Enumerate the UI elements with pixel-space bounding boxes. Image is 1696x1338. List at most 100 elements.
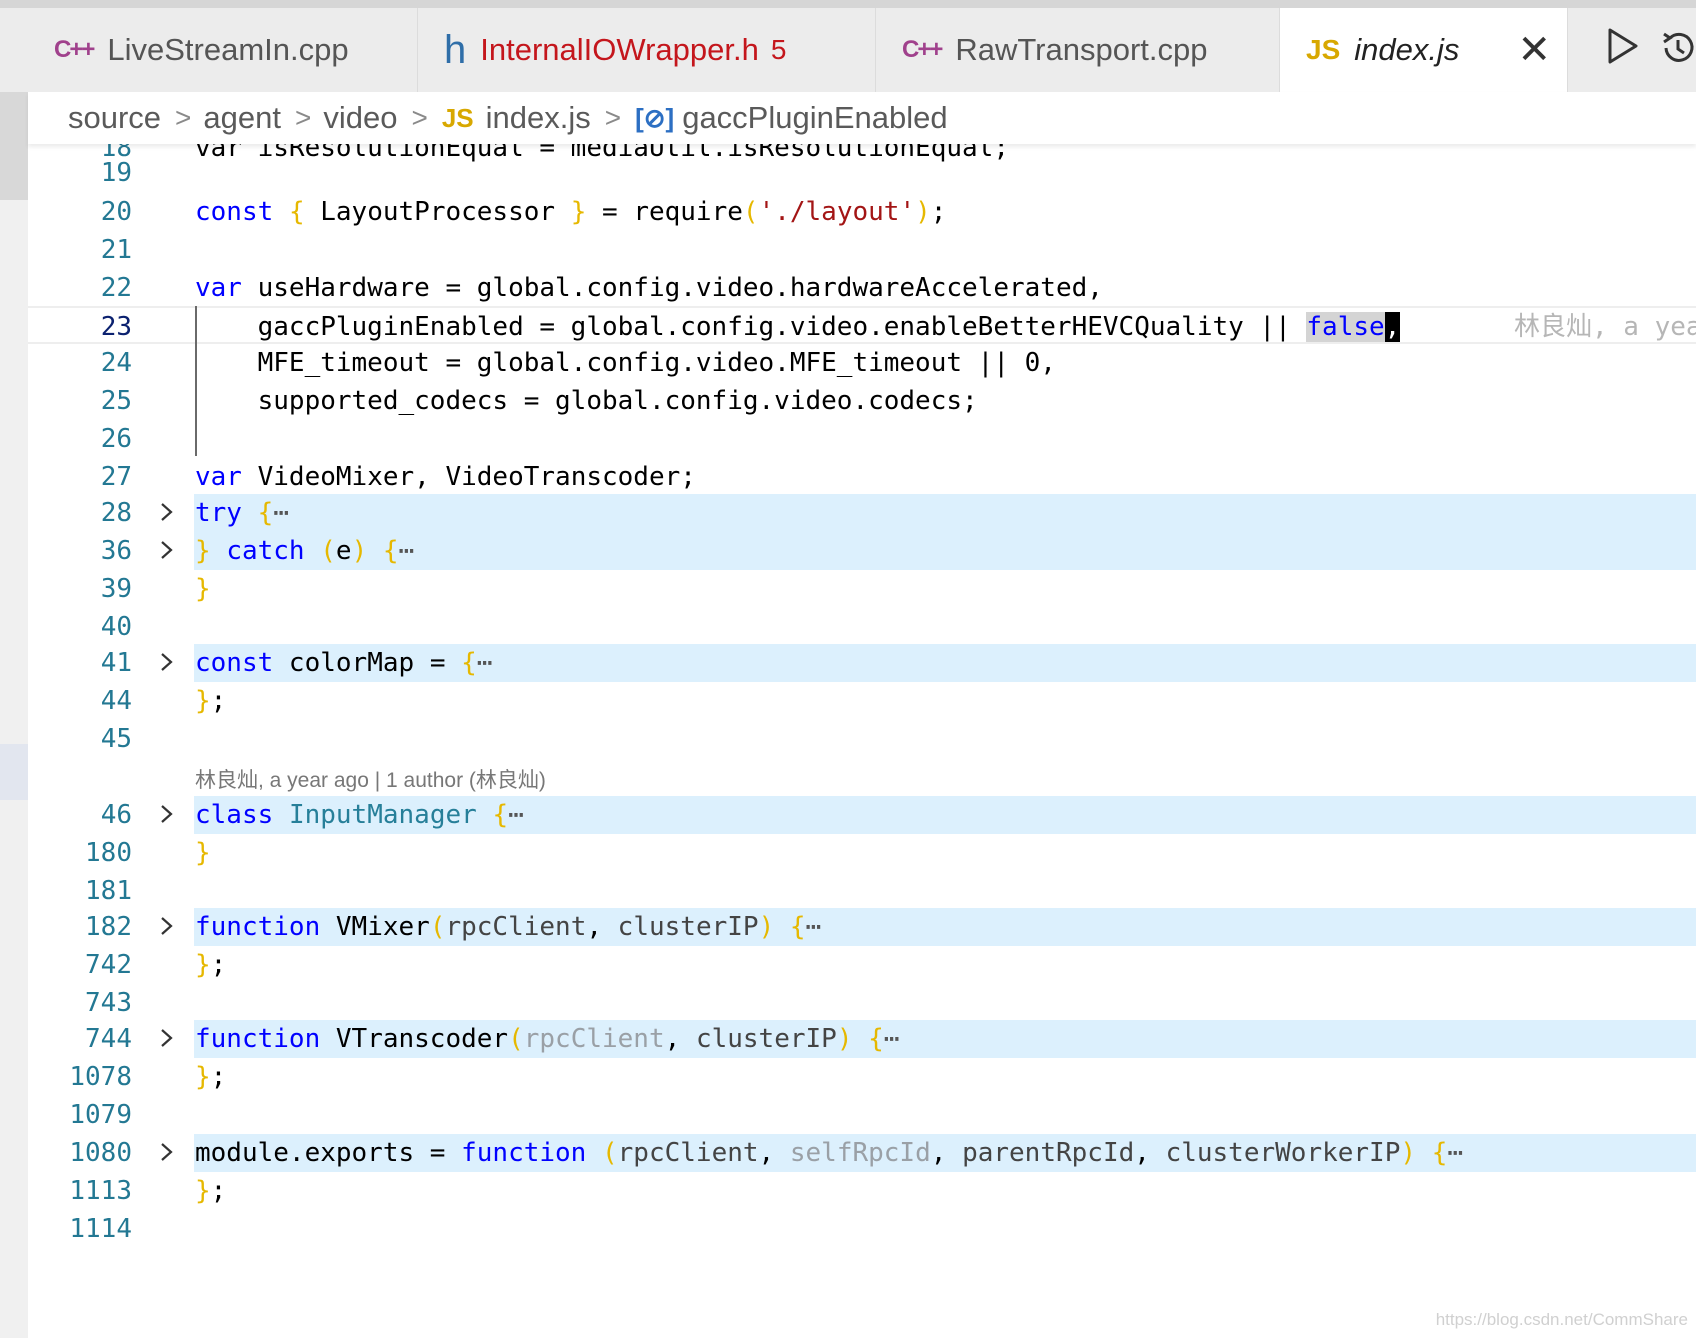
code-line: 1078 }; bbox=[28, 1058, 1696, 1096]
tab-livestreamin[interactable]: C++ LiveStreamIn.cpp bbox=[28, 8, 418, 92]
tab-label: InternalIOWrapper.h bbox=[480, 32, 759, 67]
tab-label: RawTransport.cpp bbox=[955, 32, 1208, 67]
code-line: 19 bbox=[28, 154, 1696, 192]
cpp-file-icon: C++ bbox=[54, 36, 95, 63]
left-panel-edge bbox=[0, 92, 28, 1338]
code-text: supported_codecs = global.config.video.c… bbox=[195, 386, 978, 416]
code-editor[interactable]: 18 var isResolutionEqual = mediaUtil.isR… bbox=[28, 144, 1696, 1338]
code-line: 743 bbox=[28, 984, 1696, 1022]
code-line: 22 var useHardware = global.config.video… bbox=[28, 269, 1696, 307]
code-line: 20 const { LayoutProcessor } = require('… bbox=[28, 193, 1696, 231]
chevron-right-icon: > bbox=[175, 102, 192, 133]
breadcrumb-item-agent[interactable]: agent bbox=[203, 100, 281, 136]
close-tab-icon[interactable]: ✕ bbox=[1517, 27, 1551, 73]
text-cursor: , bbox=[1384, 312, 1401, 342]
code-line: 25 supported_codecs = global.config.vide… bbox=[28, 382, 1696, 420]
line-number: 22 bbox=[100, 273, 132, 303]
chevron-right-icon[interactable] bbox=[156, 1142, 176, 1162]
code-text: function VTranscoder(rpcClient, clusterI… bbox=[195, 1024, 900, 1054]
tab-rawtransport[interactable]: C++ RawTransport.cpp bbox=[876, 8, 1280, 92]
chevron-right-icon[interactable] bbox=[156, 502, 176, 522]
code-line: 27 var VideoMixer, VideoTranscoder; bbox=[28, 458, 1696, 496]
folded-code-line: 28 try {⋯ bbox=[28, 494, 1696, 532]
line-number: 19 bbox=[100, 158, 132, 188]
folded-code-line: 744 function VTranscoder(rpcClient, clus… bbox=[28, 1020, 1696, 1058]
chevron-right-icon: > bbox=[604, 102, 622, 133]
line-number: 1080 bbox=[69, 1138, 132, 1168]
line-number: 743 bbox=[85, 988, 132, 1018]
code-text: function VMixer(rpcClient, clusterIP) {⋯ bbox=[195, 912, 822, 942]
code-line: 21 bbox=[28, 231, 1696, 269]
chevron-right-icon: > bbox=[294, 102, 312, 133]
line-number: 24 bbox=[100, 348, 132, 378]
code-text: }; bbox=[195, 1176, 227, 1206]
watermark: https://blog.csdn.net/CommShare bbox=[1435, 1310, 1688, 1329]
codelens-author[interactable]: 林良灿, a year ago | 1 author (林良灿) bbox=[195, 764, 546, 794]
fold-highlight bbox=[194, 532, 1696, 570]
line-number: 23 bbox=[100, 312, 132, 342]
code-line: 180 } bbox=[28, 834, 1696, 872]
line-number: 46 bbox=[100, 800, 132, 830]
breadcrumb-item-video[interactable]: video bbox=[323, 100, 397, 136]
line-number: 27 bbox=[100, 462, 132, 492]
js-file-icon: JS bbox=[1306, 34, 1341, 65]
line-number: 1079 bbox=[69, 1100, 132, 1130]
selected-text: false bbox=[1306, 312, 1385, 342]
scroll-indicator[interactable] bbox=[0, 92, 28, 200]
breadcrumb: source > agent > video > JS index.js > [… bbox=[28, 92, 1696, 144]
tab-label: LiveStreamIn.cpp bbox=[107, 32, 349, 67]
line-number: 45 bbox=[100, 724, 132, 754]
cpp-file-icon: C++ bbox=[902, 36, 943, 63]
code-text: } bbox=[195, 574, 211, 604]
code-line: 1113 }; bbox=[28, 1172, 1696, 1210]
fold-highlight bbox=[194, 494, 1696, 532]
line-number: 25 bbox=[100, 386, 132, 416]
line-number: 21 bbox=[100, 235, 132, 265]
chevron-right-icon[interactable] bbox=[156, 804, 176, 824]
run-icon[interactable] bbox=[1604, 26, 1640, 66]
line-number: 1114 bbox=[69, 1214, 132, 1244]
breadcrumb-item-symbol[interactable]: gaccPluginEnabled bbox=[682, 100, 947, 136]
problem-count-badge: 5 bbox=[770, 34, 787, 65]
line-number: 744 bbox=[85, 1024, 132, 1054]
code-line: 45 bbox=[28, 720, 1696, 758]
header-file-icon: h bbox=[444, 27, 467, 72]
code-line: 181 bbox=[28, 872, 1696, 910]
line-number: 20 bbox=[100, 197, 132, 227]
code-text: } catch (e) {⋯ bbox=[195, 536, 415, 566]
code-text: } bbox=[195, 838, 211, 868]
tab-label: index.js bbox=[1354, 32, 1460, 67]
code-text: const colorMap = {⋯ bbox=[195, 648, 493, 678]
code-text: }; bbox=[195, 1062, 227, 1092]
breadcrumb-item-file[interactable]: index.js bbox=[486, 100, 591, 136]
line-number: 182 bbox=[85, 912, 132, 942]
history-icon[interactable] bbox=[1660, 30, 1696, 66]
tab-index-js[interactable]: JS index.js ✕ bbox=[1280, 8, 1568, 92]
chevron-right-icon[interactable] bbox=[156, 916, 176, 936]
code-text: module.exports = function (rpcClient, se… bbox=[195, 1138, 1463, 1168]
line-number: 1113 bbox=[69, 1176, 132, 1206]
code-text: }; bbox=[195, 950, 227, 980]
code-text: var useHardware = global.config.video.ha… bbox=[195, 273, 1103, 303]
folded-code-line: 46 class InputManager {⋯ bbox=[28, 796, 1696, 834]
scroll-indicator bbox=[0, 744, 28, 800]
inline-blame: 林良灿, a yea bbox=[1514, 312, 1696, 342]
code-text: class InputManager {⋯ bbox=[195, 800, 524, 830]
chevron-right-icon: > bbox=[411, 102, 428, 133]
code-text: MFE_timeout = global.config.video.MFE_ti… bbox=[195, 348, 1056, 378]
chevron-right-icon[interactable] bbox=[156, 540, 176, 560]
code-line: 1079 bbox=[28, 1096, 1696, 1134]
line-number: 28 bbox=[100, 498, 132, 528]
code-line: 26 bbox=[28, 420, 1696, 458]
code-line: 44 }; bbox=[28, 682, 1696, 720]
breadcrumb-item-source[interactable]: source bbox=[68, 100, 161, 136]
js-file-icon: JS bbox=[441, 102, 474, 133]
chevron-right-icon[interactable] bbox=[156, 1028, 176, 1048]
line-number: 36 bbox=[100, 536, 132, 566]
tab-internaliowrapper[interactable]: h InternalIOWrapper.h 5 bbox=[418, 8, 876, 92]
code-text: const { LayoutProcessor } = require('./l… bbox=[195, 197, 947, 227]
line-number: 180 bbox=[85, 838, 132, 868]
indent-guide bbox=[195, 306, 197, 456]
folded-code-line: 1080 module.exports = function (rpcClien… bbox=[28, 1134, 1696, 1172]
chevron-right-icon[interactable] bbox=[156, 652, 176, 672]
